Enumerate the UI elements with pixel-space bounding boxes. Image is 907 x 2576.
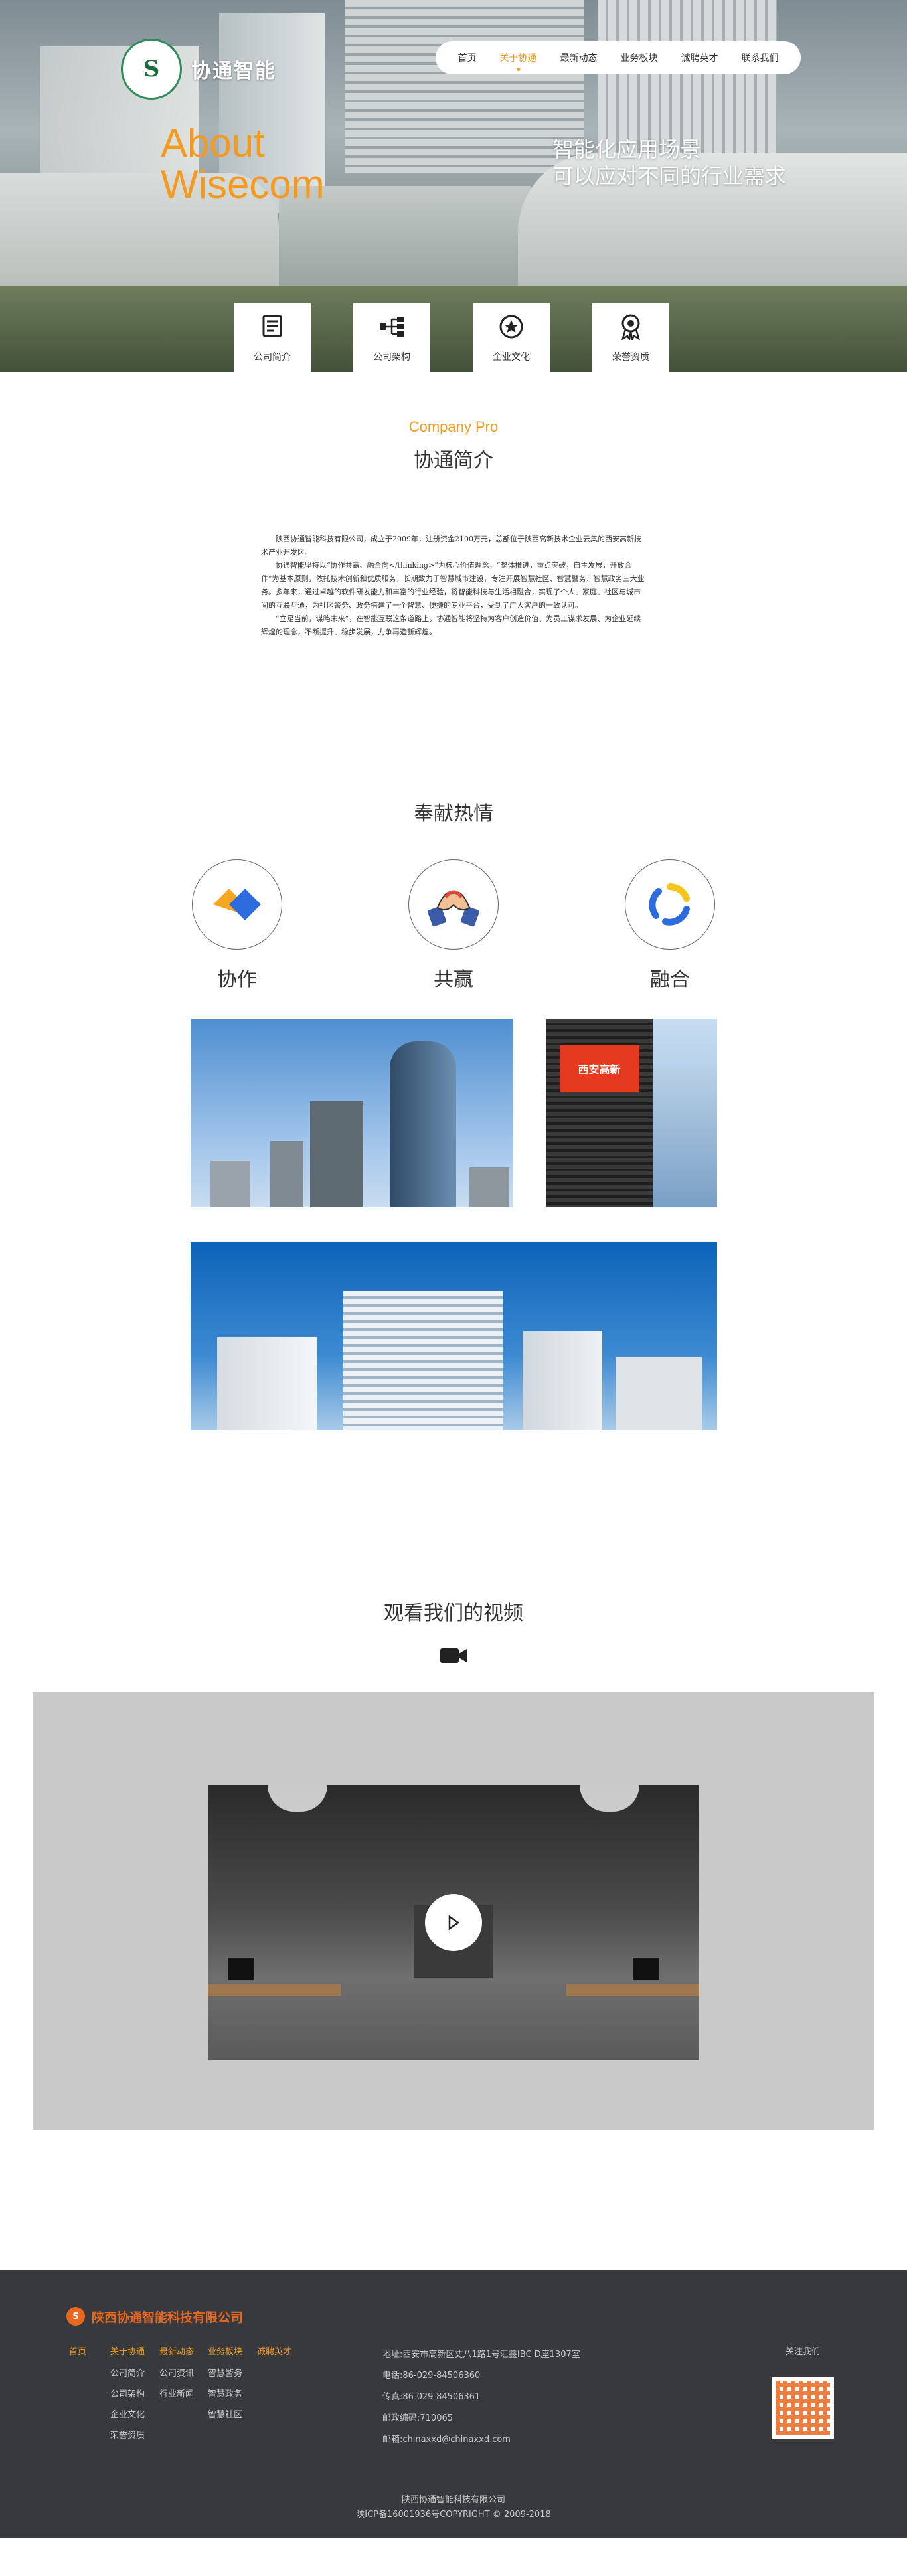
footer-link[interactable]: 公司架构 xyxy=(110,2387,145,2399)
skyscrapers-photo xyxy=(190,1019,513,1207)
nav-about[interactable]: 关于协通 xyxy=(500,51,537,64)
nav-news[interactable]: 最新动态 xyxy=(560,51,598,64)
footer-col-about: 关于协通 公司简介 公司架构 企业文化 荣誉资质 xyxy=(110,2344,145,2448)
footer-head-business[interactable]: 业务板块 xyxy=(208,2344,242,2357)
cooperation-icon xyxy=(192,859,282,950)
building-sign-text: 西安高新 xyxy=(578,1063,621,1076)
photo-gallery: 西安高新 xyxy=(190,1019,717,1430)
footer-col-home: 首页 xyxy=(69,2344,86,2357)
contact-address: 地址:西安市高新区丈八1路1号汇鑫IBC D座1307室 xyxy=(382,2350,580,2360)
main-nav: 首页 关于协通 最新动态 业务板块 诚聘英才 联系我们 xyxy=(436,41,801,74)
follow-label: 关注我们 xyxy=(785,2347,820,2357)
contact-postcode: 邮政编码:710065 xyxy=(382,2413,454,2423)
tab-label: 公司简介 xyxy=(254,352,291,363)
video-player xyxy=(33,1692,874,2130)
tab-honors[interactable]: 荣誉资质 xyxy=(592,303,669,372)
site-footer: S 陕西协通智能科技有限公司 首页 关于协通 公司简介 公司架构 企业文化 荣誉… xyxy=(0,2270,907,2538)
profile-title-en: Company Pro xyxy=(408,418,499,435)
footer-bottom: 陕西协通智能科技有限公司 陕ICP备16001936号COPYRIGHT © 2… xyxy=(0,2493,907,2522)
slogan-line-1: 智能化应用场景 xyxy=(552,137,702,162)
site-logo[interactable]: S 协通智能 xyxy=(121,39,276,100)
logo-text: 协通智能 xyxy=(191,60,276,83)
footer-head-news[interactable]: 最新动态 xyxy=(159,2344,194,2357)
hero-about-heading: About Wisecom xyxy=(161,123,325,205)
value-fusion: 融合 xyxy=(625,859,715,992)
nav-business[interactable]: 业务板块 xyxy=(621,51,658,64)
profile-paragraph: 陕西协通智能科技有限公司，成立于2009年，注册资金2100万元，总部位于陕西高… xyxy=(261,535,641,557)
footer-logo-text: 陕西协通智能科技有限公司 xyxy=(92,2310,244,2325)
value-win-win: 共赢 xyxy=(408,859,499,992)
hierarchy-icon xyxy=(378,313,406,341)
profile-paragraph: 协通智能坚持以“协作共赢、融合向</thinking>”为核心价值理念，“整体推… xyxy=(261,561,645,610)
slogan-line-2: 可以应对不同的行业需求 xyxy=(552,163,787,189)
tab-label: 公司架构 xyxy=(373,352,410,363)
footer-company: 陕西协通智能科技有限公司 xyxy=(401,2495,505,2505)
footer-link[interactable]: 智慧警务 xyxy=(208,2366,242,2379)
video-thumbnail[interactable] xyxy=(208,1785,699,2060)
tab-label: 企业文化 xyxy=(493,352,530,363)
footer-logo[interactable]: S 陕西协通智能科技有限公司 xyxy=(66,2307,243,2326)
dedication-title: 奉献热情 xyxy=(414,802,493,825)
document-icon xyxy=(258,313,286,341)
office-building-photo: 西安高新 xyxy=(546,1019,717,1207)
footer-contact: 地址:西安市高新区丈八1路1号汇鑫IBC D座1307室 电话:86-029-8… xyxy=(382,2344,580,2450)
dedication-section: 奉献热情 协作 共赢 融合 西安高新 xyxy=(0,797,907,1430)
profile-title-cn: 协通简介 xyxy=(414,449,493,472)
profile-paragraph: “立足当前，谋略未来”，在智能互联这条道路上，协通智能将坚持为客户创造价值、为员… xyxy=(261,614,641,636)
footer-link-careers[interactable]: 诚聘英才 xyxy=(257,2347,291,2357)
footer-follow: 关注我们 xyxy=(772,2344,834,2439)
footer-link[interactable]: 公司资讯 xyxy=(159,2366,194,2379)
hero-slogan: 智能化应用场景 可以应对不同的行业需求 xyxy=(552,136,786,189)
play-icon xyxy=(448,1915,460,1930)
footer-link[interactable]: 智慧社区 xyxy=(208,2407,242,2420)
footer-logo-mark: S xyxy=(66,2307,85,2326)
footer-link[interactable]: 智慧政务 xyxy=(208,2387,242,2399)
footer-link-home[interactable]: 首页 xyxy=(69,2347,86,2357)
tab-company-structure[interactable]: 公司架构 xyxy=(353,303,430,372)
footer-link[interactable]: 荣誉资质 xyxy=(110,2428,145,2441)
video-camera-icon xyxy=(439,1646,468,1666)
contact-fax: 传真:86-029-84506361 xyxy=(382,2392,481,2402)
value-label: 融合 xyxy=(650,968,690,991)
value-label: 协作 xyxy=(217,968,257,991)
business-park-photo xyxy=(190,1242,717,1430)
about-line-1: About xyxy=(161,121,265,165)
company-profile-section: Company Pro 协通简介 陕西协通智能科技有限公司，成立于2009年，注… xyxy=(0,372,907,797)
medal-icon xyxy=(617,313,645,341)
nav-home[interactable]: 首页 xyxy=(458,51,477,64)
star-badge-icon xyxy=(497,313,525,341)
handshake-icon xyxy=(408,859,499,950)
footer-copyright: 陕ICP备16001936号COPYRIGHT © 2009-2018 xyxy=(356,2510,551,2520)
footer-link[interactable]: 行业新闻 xyxy=(159,2387,194,2399)
hero-banner: S 协通智能 首页 关于协通 最新动态 业务板块 诚聘英才 联系我们 About… xyxy=(0,0,907,372)
qr-code-image xyxy=(772,2377,834,2439)
values-row: 协作 共赢 融合 xyxy=(0,859,907,992)
footer-link[interactable]: 公司简介 xyxy=(110,2366,145,2379)
profile-text: 陕西协通智能科技有限公司，成立于2009年，注册资金2100万元，总部位于陕西高… xyxy=(261,533,646,639)
footer-link[interactable]: 企业文化 xyxy=(110,2407,145,2420)
video-title: 观看我们的视频 xyxy=(384,1602,523,1625)
logo-emblem: S xyxy=(121,39,182,100)
building-image xyxy=(345,0,584,173)
contact-phone: 电话:86-029-84506360 xyxy=(382,2371,481,2381)
value-label: 共赢 xyxy=(434,968,473,991)
footer-col-careers: 诚聘英才 xyxy=(257,2344,291,2357)
nav-contact[interactable]: 联系我们 xyxy=(742,51,779,64)
about-line-2: Wisecom xyxy=(161,162,325,207)
play-button[interactable] xyxy=(425,1894,482,1951)
footer-col-news: 最新动态 公司资讯 行业新闻 xyxy=(159,2344,194,2407)
tab-label: 荣誉资质 xyxy=(612,352,649,363)
footer-head-about[interactable]: 关于协通 xyxy=(110,2344,145,2357)
contact-email[interactable]: 邮箱:chinaxxd@chinaxxd.com xyxy=(382,2429,580,2450)
video-section: 观看我们的视频 xyxy=(0,1596,907,2130)
footer-col-business: 业务板块 智慧警务 智慧政务 智慧社区 xyxy=(208,2344,242,2428)
nav-careers[interactable]: 诚聘英才 xyxy=(681,51,718,64)
fusion-icon xyxy=(625,859,715,950)
about-tabs: 公司简介 公司架构 企业文化 荣誉资质 xyxy=(234,303,669,372)
tab-corporate-culture[interactable]: 企业文化 xyxy=(473,303,550,372)
value-cooperation: 协作 xyxy=(192,859,282,992)
tab-company-profile[interactable]: 公司简介 xyxy=(234,303,311,372)
